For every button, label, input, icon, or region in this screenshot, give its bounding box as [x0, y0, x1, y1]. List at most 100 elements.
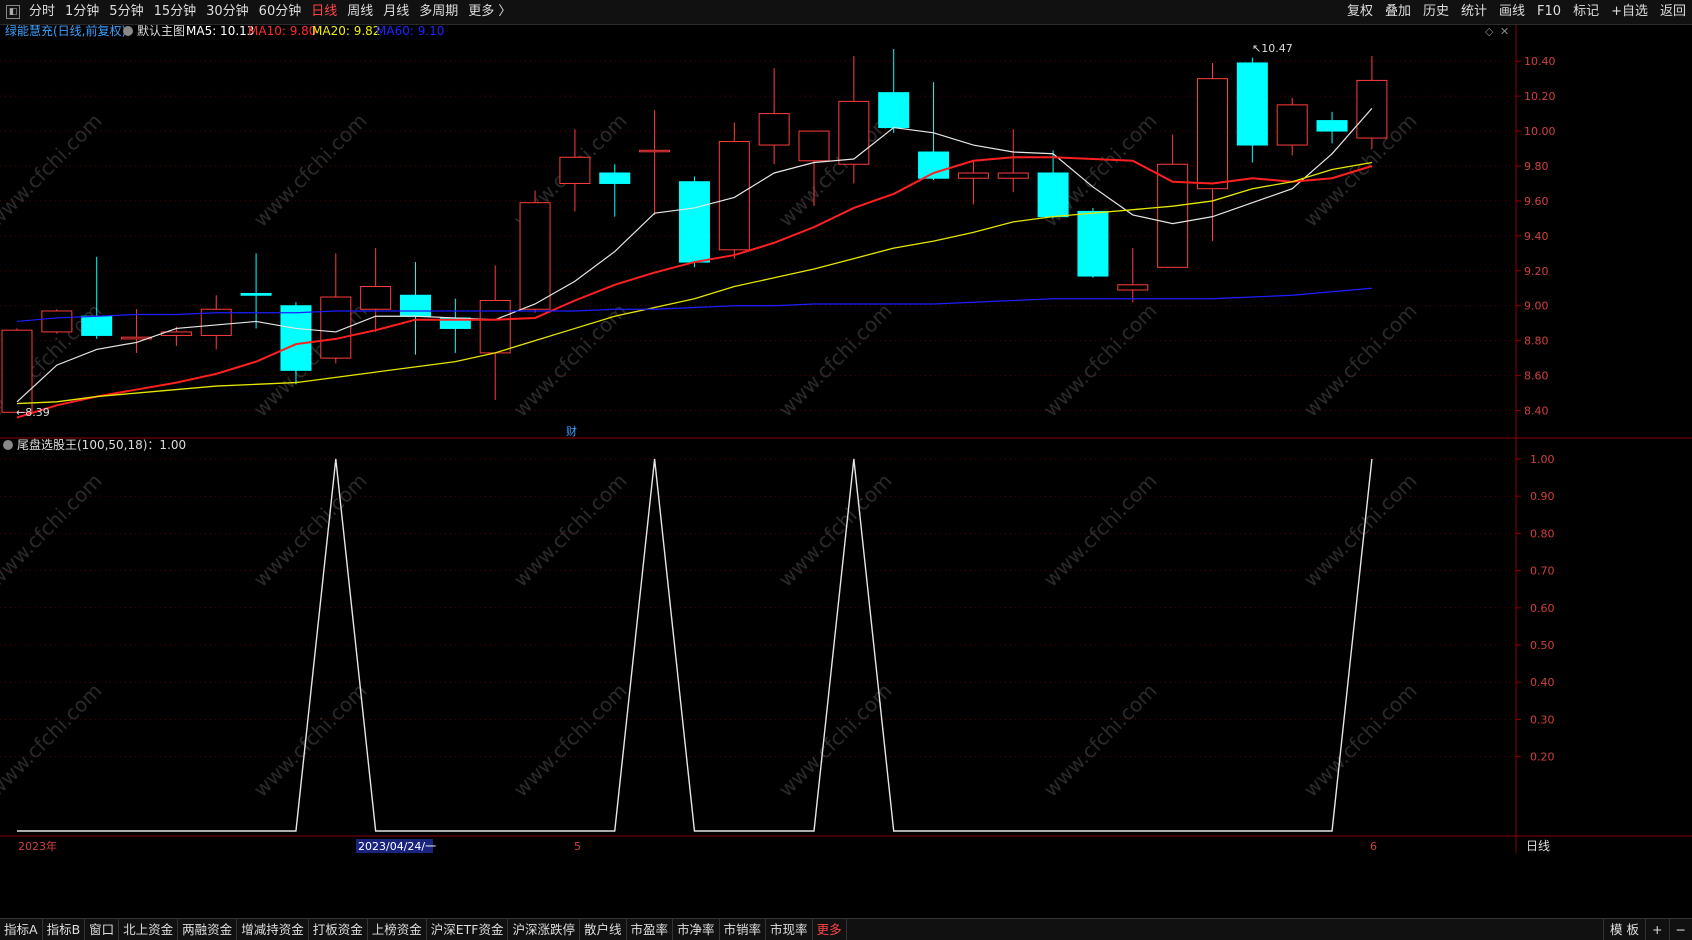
candle-0: [1, 328, 33, 413]
watermark-22: www.cfchi.com: [1039, 679, 1162, 802]
toolbar-action-1[interactable]: 叠加: [1379, 0, 1417, 24]
low-price-marker: ←8.39: [16, 406, 50, 419]
finance-event-marker: 财: [566, 424, 577, 438]
bottom-right-button-2[interactable]: −: [1668, 919, 1692, 940]
main-y-tick-2: 10.00: [1524, 125, 1556, 138]
candle-26: [1037, 150, 1069, 219]
bottom-tab-7[interactable]: 上榜资金: [368, 919, 427, 940]
candle-1: [41, 309, 73, 334]
bottom-tab-3[interactable]: 北上资金: [119, 919, 179, 940]
candle-body: [957, 172, 989, 179]
watermark-0: www.cfchi.com: [0, 109, 107, 232]
period-tab-0[interactable]: 分时: [24, 0, 60, 24]
indicator-tabs: 指标A 指标B 窗口 北上资金 两融资金 增减持资金 打板资金 上榜资金 沪深ETF资金 沪深涨跌…: [0, 919, 847, 940]
bottom-tab-1[interactable]: 指标B: [43, 919, 86, 940]
indicator-title: 尾盘选股王(100,50,18)：1.00: [17, 437, 186, 452]
settings-toggle-icon: [123, 26, 133, 36]
main-y-tick-3: 9.80: [1524, 160, 1549, 173]
toolbar-action-0[interactable]: 复权: [1341, 0, 1379, 24]
template-label: 默认主图: [137, 25, 185, 38]
indicator-y-tick-2: 0.80: [1530, 527, 1555, 540]
candle-body: [639, 149, 671, 153]
candle-body: [1316, 120, 1348, 132]
x-axis-period-label: 日线: [1526, 839, 1550, 853]
candle-body: [678, 181, 710, 263]
main-y-tick-10: 8.40: [1524, 405, 1549, 418]
period-tab-7[interactable]: 周线: [342, 0, 378, 24]
candle-33: [1316, 111, 1348, 144]
period-tab-5[interactable]: 60分钟: [254, 0, 307, 24]
candle-17: [678, 176, 710, 268]
bottom-tab-5[interactable]: 增减持资金: [237, 919, 309, 940]
x-axis-label-june: 6: [1370, 840, 1377, 853]
indicator-y-tick-4: 0.60: [1530, 602, 1555, 615]
period-tab-1[interactable]: 1分钟: [60, 0, 104, 24]
candle-28: [1117, 248, 1149, 303]
toolbar-action-4[interactable]: 画线: [1493, 0, 1531, 24]
high-price-marker: ↖10.47: [1252, 42, 1293, 55]
candle-13: [519, 190, 551, 313]
bottom-tab-11[interactable]: 市盈率: [627, 919, 674, 940]
bottom-tab-14[interactable]: 市现率: [766, 919, 813, 940]
toolbar-action-8[interactable]: 返回: [1654, 0, 1692, 24]
period-tab-3[interactable]: 15分钟: [149, 0, 202, 24]
indicator-y-tick-6: 0.40: [1530, 676, 1555, 689]
indicator-y-tick-3: 0.70: [1530, 565, 1555, 578]
bottom-tab-12[interactable]: 市净率: [673, 919, 720, 940]
watermark-18: www.cfchi.com: [0, 679, 107, 802]
candle-body: [280, 305, 312, 371]
main-y-tick-8: 8.80: [1524, 335, 1549, 348]
candle-32: [1276, 97, 1308, 156]
candle-body: [758, 113, 790, 146]
top-toolbar: ◧ 分时 1分钟 5分钟 15分钟 30分钟 60分钟 日线 周线 月线 多周期 更多 〉 复权 叠加…: [0, 0, 1692, 25]
candle-body: [1117, 284, 1149, 291]
candle-body: [360, 286, 392, 310]
bottom-tab-15[interactable]: 更多: [813, 919, 847, 940]
toolbar-action-7[interactable]: +自选: [1605, 0, 1654, 24]
bottom-tab-0[interactable]: 指标A: [0, 919, 43, 940]
bottom-tab-10[interactable]: 散户线: [580, 919, 627, 940]
toolbar-action-6[interactable]: 标记: [1567, 0, 1605, 24]
bottom-right-button-1[interactable]: +: [1645, 919, 1668, 940]
period-tab-8[interactable]: 月线: [378, 0, 414, 24]
candle-15: [599, 164, 631, 217]
watermark-14: www.cfchi.com: [509, 469, 632, 592]
bottom-right-button-0[interactable]: 模 板: [1603, 919, 1645, 940]
candle-body: [400, 294, 431, 317]
watermark-20: www.cfchi.com: [509, 679, 632, 802]
watermark-1: www.cfchi.com: [249, 109, 372, 232]
main-panel-close-icon: ✕: [1500, 25, 1509, 38]
candle-29: [1157, 134, 1189, 268]
bottom-tab-4[interactable]: 两融资金: [178, 919, 238, 940]
watermark-3: www.cfchi.com: [774, 109, 897, 232]
candle-body: [997, 172, 1029, 179]
toolbar-action-2[interactable]: 历史: [1417, 0, 1455, 24]
candle-body: [41, 310, 73, 333]
candle-body: [1197, 78, 1228, 190]
period-tab-6[interactable]: 日线: [306, 0, 342, 24]
period-tab-10[interactable]: 更多 〉: [463, 0, 516, 24]
bottom-right-controls: 模 板 + −: [1603, 919, 1692, 940]
bottom-tab-6[interactable]: 打板资金: [309, 919, 368, 940]
x-axis-cursor-label: 2023/04/24/一: [358, 840, 436, 853]
chart-area[interactable]: www.cfchi.com www.cfchi.com www.cfchi.com w…: [0, 25, 1692, 917]
candle-body: [1276, 104, 1308, 146]
period-tab-4[interactable]: 30分钟: [201, 0, 254, 24]
bottom-tab-9[interactable]: 沪深涨跌停: [508, 919, 580, 940]
main-y-tick-1: 10.20: [1524, 90, 1556, 103]
indicator-y-tick-5: 0.50: [1530, 639, 1555, 652]
ma-label-0: MA5: 10.13: [186, 25, 254, 38]
period-tab-9[interactable]: 多周期: [414, 0, 463, 24]
bottom-tab-8[interactable]: 沪深ETF资金: [427, 919, 509, 940]
candle-34: [1356, 55, 1388, 149]
bottom-tab-2[interactable]: 窗口: [85, 919, 120, 940]
bottom-tab-13[interactable]: 市销率: [720, 919, 767, 940]
period-tab-2[interactable]: 5分钟: [104, 0, 148, 24]
indicator-y-tick-0: 1.00: [1530, 453, 1555, 466]
toolbar-action-3[interactable]: 统计: [1455, 0, 1493, 24]
window-restore-icon[interactable]: ◧: [6, 5, 20, 19]
indicator-y-tick-7: 0.30: [1530, 713, 1555, 726]
candle-25: [997, 129, 1029, 193]
toolbar-action-5[interactable]: F10: [1531, 0, 1567, 24]
candle-2: [81, 256, 113, 339]
